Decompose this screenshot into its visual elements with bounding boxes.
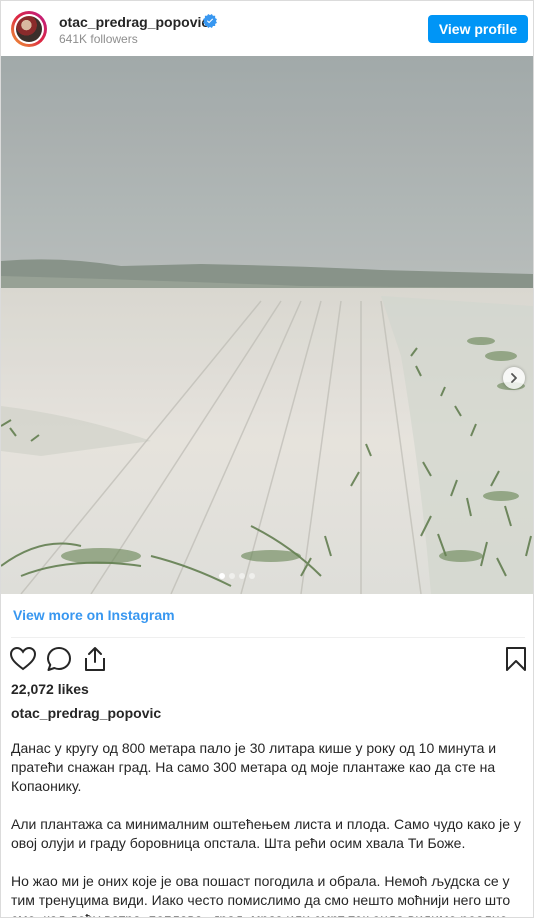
verified-badge-icon bbox=[203, 14, 217, 28]
bookmark-icon bbox=[506, 647, 526, 671]
share-button[interactable] bbox=[81, 645, 109, 673]
caption-username[interactable]: otac_predrag_popovic bbox=[11, 705, 161, 721]
carousel-dot bbox=[249, 573, 255, 579]
caption-paragraph: Данас у кругу од 800 метара пало је 30 л… bbox=[11, 740, 500, 794]
carousel-dot bbox=[219, 573, 225, 579]
carousel-dot bbox=[229, 573, 235, 579]
comment-icon bbox=[47, 647, 71, 671]
hail-field-image bbox=[1, 56, 533, 594]
heart-icon bbox=[10, 647, 36, 671]
carousel-next-button[interactable] bbox=[503, 367, 525, 389]
caption-paragraph: Али плантажа са минималним оштећењем лис… bbox=[11, 816, 525, 851]
comment-button[interactable] bbox=[45, 645, 73, 673]
profile-username[interactable]: otac_predrag_popovic bbox=[59, 14, 209, 30]
chevron-right-icon bbox=[511, 373, 517, 383]
like-count[interactable]: 22,072 likes bbox=[11, 681, 89, 697]
like-button[interactable] bbox=[9, 645, 37, 673]
caption-paragraph: Но жао ми је оних које је ова пошаст пог… bbox=[11, 873, 511, 917]
divider bbox=[11, 637, 525, 638]
post-header: otac_predrag_popovic 641K followers View… bbox=[1, 1, 533, 56]
bookmark-button[interactable] bbox=[502, 645, 530, 673]
follower-count: 641K followers bbox=[59, 32, 138, 46]
post-caption: Данас у кругу од 800 метара пало је 30 л… bbox=[11, 739, 525, 917]
carousel-indicator bbox=[219, 573, 255, 579]
carousel-dot bbox=[239, 573, 245, 579]
action-bar bbox=[1, 645, 533, 675]
avatar[interactable] bbox=[11, 11, 47, 47]
view-profile-button[interactable]: View profile bbox=[428, 15, 528, 43]
instagram-embed: otac_predrag_popovic 641K followers View… bbox=[0, 0, 534, 918]
share-icon bbox=[85, 647, 105, 671]
post-photo[interactable] bbox=[1, 56, 533, 594]
view-more-link[interactable]: View more on Instagram bbox=[13, 607, 175, 623]
